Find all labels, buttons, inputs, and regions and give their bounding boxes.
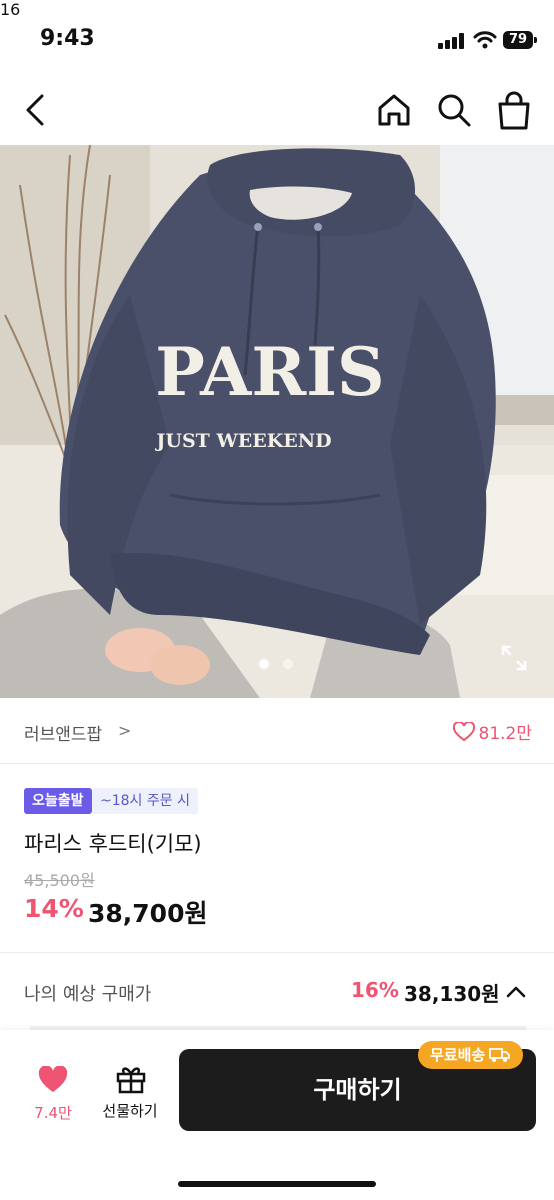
- chevron-up-icon[interactable]: [504, 980, 528, 1004]
- gift-icon: [116, 1067, 146, 1094]
- battery-icon: 79: [503, 31, 533, 49]
- status-time: 9:43: [40, 26, 95, 51]
- heart-icon: [38, 1065, 68, 1092]
- free-shipping-label: 무료배송: [430, 1046, 486, 1064]
- back-icon[interactable]: [20, 90, 52, 130]
- home-icon[interactable]: [374, 90, 414, 130]
- wishlist-count: 7.4만: [34, 1104, 72, 1122]
- brand-like[interactable]: 81.2만: [452, 719, 533, 744]
- battery-cap: [534, 37, 537, 43]
- cart-icon[interactable]: [494, 88, 534, 132]
- cutoff-time-badge: ~18시 주문 시: [92, 788, 198, 814]
- free-shipping-badge: 무료배송: [418, 1041, 524, 1069]
- product-image[interactable]: PARIS JUST WEEKEND: [0, 145, 554, 698]
- brand-name[interactable]: 러브앤드팝: [24, 720, 102, 745]
- search-icon[interactable]: [434, 90, 474, 130]
- hoodie-photo: PARIS JUST WEEKEND: [0, 145, 554, 698]
- gallery-dot: [283, 659, 293, 669]
- expected-price-label: 나의 예상 구매가: [24, 984, 152, 1005]
- today-shipping-badge: 오늘출발: [24, 788, 92, 814]
- gift-label: 선물하기: [102, 1102, 158, 1120]
- expected-discount: 16%: [351, 978, 399, 1002]
- expand-icon[interactable]: [500, 644, 528, 672]
- gallery-dot-active: [259, 659, 269, 669]
- divider: [0, 952, 554, 953]
- wifi-icon: [473, 31, 497, 49]
- hoodie-print-main: PARIS: [155, 333, 384, 411]
- gallery-indicator: [259, 659, 299, 671]
- product-title: 파리스 후드티(기모): [24, 832, 202, 856]
- expected-price: 38,130원: [404, 982, 500, 1006]
- sale-price: 38,700원: [88, 899, 208, 928]
- heart-outline-icon: [452, 721, 475, 741]
- top-nav: [0, 76, 554, 144]
- hoodie-print-sub: JUST WEEKEND: [154, 430, 331, 452]
- chevron-right-icon: >: [118, 721, 132, 740]
- original-price: 45,500원: [24, 871, 95, 890]
- brand-row[interactable]: 러브앤드팝 > 81.2만: [0, 699, 554, 764]
- discount-rate: 14%: [24, 894, 84, 923]
- signal-icon: [438, 33, 466, 49]
- brand-like-count: 81.2만: [478, 724, 533, 744]
- status-bar: 9:43 79: [0, 0, 554, 76]
- home-indicator: [178, 1181, 376, 1187]
- truck-icon: [489, 1048, 511, 1062]
